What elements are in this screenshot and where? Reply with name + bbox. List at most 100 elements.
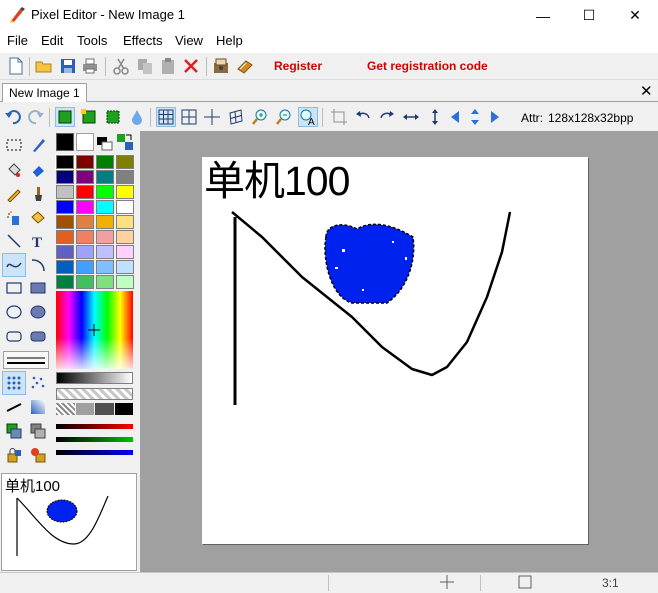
layer-icon[interactable]: [55, 107, 75, 127]
color-swatch[interactable]: [56, 215, 74, 229]
close-button[interactable]: ✕: [612, 0, 658, 31]
color-swatch[interactable]: [56, 230, 74, 244]
layer-copy-tool[interactable]: [3, 420, 25, 442]
eraser-tool[interactable]: [27, 159, 49, 181]
line-tool[interactable]: [3, 230, 25, 252]
red-channel-slider[interactable]: [56, 424, 133, 429]
menu-effects[interactable]: Effects: [123, 33, 163, 48]
navigator-preview[interactable]: 单机100: [1, 473, 137, 571]
cut-icon[interactable]: [112, 57, 130, 75]
color-swatch[interactable]: [56, 200, 74, 214]
menu-file[interactable]: File: [7, 33, 28, 48]
filled-rounded-rect-tool[interactable]: [27, 325, 49, 347]
color-swatch[interactable]: [56, 170, 74, 184]
color-swatch[interactable]: [76, 185, 94, 199]
color-swatch[interactable]: [116, 275, 134, 289]
color-swatch[interactable]: [96, 185, 114, 199]
color-swatch[interactable]: [116, 170, 134, 184]
image-canvas[interactable]: 单机100: [202, 157, 588, 544]
color-swatch[interactable]: [56, 260, 74, 274]
color-swatch[interactable]: [96, 260, 114, 274]
rectangle-tool[interactable]: [3, 277, 25, 299]
color-swatch[interactable]: [56, 185, 74, 199]
color-mode-icon[interactable]: [96, 133, 114, 151]
secondary-color[interactable]: [76, 133, 94, 151]
fill-pattern-tool[interactable]: [27, 207, 49, 229]
spray-tool[interactable]: [3, 207, 25, 229]
color-swatch[interactable]: [76, 245, 94, 259]
pattern-swatch[interactable]: [114, 403, 133, 415]
layer-merge-tool[interactable]: [27, 420, 49, 442]
color-picker-spectrum[interactable]: [56, 291, 133, 369]
save-icon[interactable]: [59, 57, 77, 75]
color-swatch[interactable]: [56, 245, 74, 259]
color-swatch[interactable]: [76, 170, 94, 184]
color-swatch[interactable]: [116, 245, 134, 259]
register-book-icon[interactable]: [236, 57, 254, 75]
green-channel-slider[interactable]: [56, 437, 133, 442]
color-swatch[interactable]: [76, 155, 94, 169]
bucket-fill-tool[interactable]: [3, 159, 25, 181]
color-swatch[interactable]: [116, 215, 134, 229]
curve-tool[interactable]: [2, 253, 26, 277]
color-swatch[interactable]: [76, 275, 94, 289]
alpha-lock-tool[interactable]: [27, 444, 49, 466]
color-swatch[interactable]: [116, 230, 134, 244]
menu-tools[interactable]: Tools: [77, 33, 107, 48]
layer-select-icon[interactable]: [104, 108, 122, 126]
color-swatch[interactable]: [116, 200, 134, 214]
scatter-pattern-tool[interactable]: [27, 372, 49, 394]
copy-icon[interactable]: [136, 57, 154, 75]
rotate-right-icon[interactable]: [378, 108, 396, 126]
color-swatch[interactable]: [96, 215, 114, 229]
color-swatch[interactable]: [96, 200, 114, 214]
pencil-tool[interactable]: [3, 183, 25, 205]
ellipse-tool[interactable]: [3, 301, 25, 323]
color-swatch[interactable]: [96, 155, 114, 169]
print-icon[interactable]: [81, 57, 99, 75]
lock-layer-tool[interactable]: [3, 444, 25, 466]
paste-icon[interactable]: [159, 57, 177, 75]
color-swatch[interactable]: [55, 154, 75, 170]
arc-tool[interactable]: [27, 254, 49, 276]
menu-view[interactable]: View: [175, 33, 203, 48]
primary-color[interactable]: [56, 133, 74, 151]
color-swatch[interactable]: [56, 275, 74, 289]
text-tool[interactable]: T: [27, 230, 49, 252]
rotate-left-icon[interactable]: [354, 108, 372, 126]
pattern-swatch[interactable]: [95, 403, 114, 415]
flip-horizontal-icon[interactable]: [402, 108, 420, 126]
filled-rectangle-tool[interactable]: [27, 277, 49, 299]
line-width-selector[interactable]: [3, 351, 49, 369]
grid-large-icon[interactable]: [180, 108, 198, 126]
rect-select-tool[interactable]: [3, 134, 25, 156]
gradient-tool[interactable]: [27, 396, 49, 418]
move-all-icon[interactable]: [466, 108, 484, 126]
tab-close-icon[interactable]: ✕: [640, 82, 653, 100]
delete-icon[interactable]: [182, 57, 200, 75]
maximize-button[interactable]: ☐: [566, 0, 612, 31]
color-swatch[interactable]: [96, 275, 114, 289]
perspective-grid-icon[interactable]: [227, 108, 245, 126]
zoom-text-icon[interactable]: A: [298, 107, 318, 127]
dots-pattern-tool[interactable]: [2, 371, 26, 395]
color-swatch[interactable]: [116, 155, 134, 169]
move-left-icon[interactable]: [448, 108, 466, 126]
crop-icon[interactable]: [330, 108, 348, 126]
layer-add-icon[interactable]: [80, 108, 98, 126]
redo-icon[interactable]: [27, 108, 45, 126]
grid-icon[interactable]: [156, 107, 176, 127]
undo-icon[interactable]: [4, 108, 22, 126]
zoom-out-icon[interactable]: [275, 108, 293, 126]
tab-new-image-1[interactable]: New Image 1: [2, 83, 87, 102]
color-swatch[interactable]: [76, 215, 94, 229]
brightness-slider[interactable]: [56, 372, 133, 384]
color-swatch[interactable]: [96, 230, 114, 244]
drop-icon[interactable]: [128, 108, 146, 126]
color-swatch[interactable]: [76, 200, 94, 214]
color-swatch[interactable]: [96, 245, 114, 259]
register-link[interactable]: Register: [274, 59, 322, 73]
menu-edit[interactable]: Edit: [41, 33, 63, 48]
color-swatch[interactable]: [116, 185, 134, 199]
scan-icon[interactable]: [212, 57, 230, 75]
